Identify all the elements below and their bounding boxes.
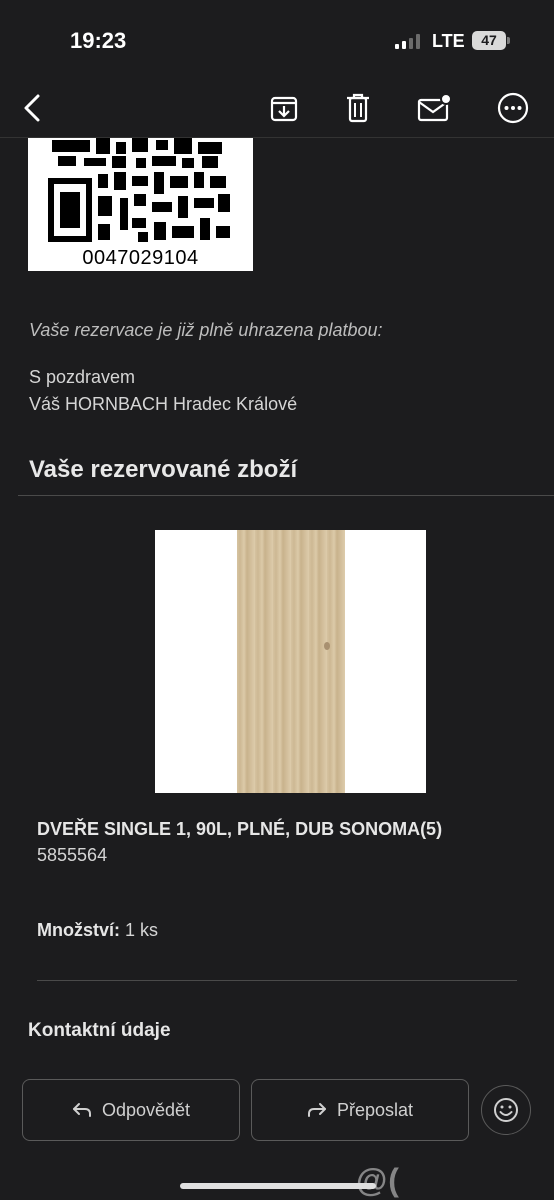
reply-label: Odpovědět [101,1099,191,1120]
greeting-line-1: S pozdravem [29,367,136,387]
forward-icon [307,1103,326,1117]
contact-heading: Kontaktní údaje [28,1020,171,1041]
watermark: @( Bazos.cz [356,1162,500,1200]
quantity-value: 1 ks [125,920,159,940]
reaction-button[interactable] [481,1085,531,1135]
product-name: DVEŘE SINGLE 1, 90L, PLNÉ, DUB SONOMA(5) [37,819,443,839]
bottom-action-bar: Odpovědět Přeposlat @( Bazos.cz [0,1062,554,1200]
forward-button[interactable]: Přeposlat [251,1079,469,1141]
status-time: 19:23 [70,28,127,53]
reply-button[interactable]: Odpovědět [22,1079,240,1141]
battery-tip [507,37,510,44]
door-illustration [237,530,345,793]
smiley-icon [494,1098,518,1122]
product-image[interactable] [155,530,426,793]
reservation-number: 0047029104 [82,247,199,269]
home-indicator[interactable] [180,1183,376,1189]
greeting-line-2: Váš HORNBACH Hradec Králové [29,394,298,414]
more-icon[interactable] [493,88,533,128]
mark-unread-icon[interactable] [414,88,454,128]
signal-icon [395,33,425,49]
qr-code-icon [48,138,230,242]
status-bar: 19:23 LTE 47 [0,0,554,80]
reserved-goods-heading: Vaše rezervované zboží [29,456,298,483]
quantity-row: Množství: 1 ks [37,920,158,941]
back-icon[interactable] [12,88,52,128]
reply-icon [72,1103,91,1117]
trash-icon[interactable] [338,88,378,128]
divider [18,495,554,496]
paid-notice: Vaše rezervace je již plně uhrazena plat… [29,320,383,340]
email-toolbar [0,80,554,138]
quantity-label: Množství: [37,920,120,940]
wood-knot [324,642,330,650]
email-body: 0047029104 Vaše rezervace je již plně uh… [0,138,554,1200]
product-code: 5855564 [37,845,108,865]
divider [37,980,517,981]
archive-icon[interactable] [264,88,304,128]
forward-label: Přeposlat [336,1099,414,1120]
reservation-qr-block: 0047029104 [28,138,253,271]
battery-icon: 47 [472,31,506,50]
network-type: LTE [432,31,465,51]
